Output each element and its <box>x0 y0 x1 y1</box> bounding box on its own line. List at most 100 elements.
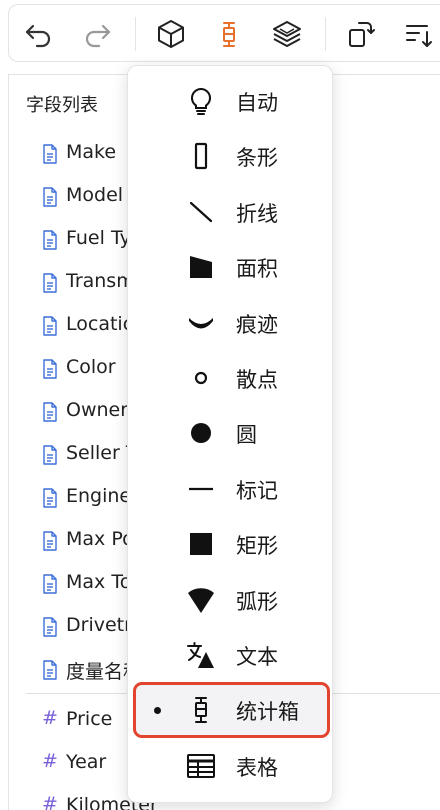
document-icon <box>42 488 58 508</box>
hash-icon: # <box>42 707 58 729</box>
more-icon[interactable]: ⋮ <box>433 572 440 592</box>
cube-icon <box>158 20 184 48</box>
mark-type-option[interactable]: 标记 <box>128 464 332 514</box>
point-icon <box>186 363 216 393</box>
mark-type-label: 矩形 <box>236 534 278 559</box>
more-icon[interactable]: ⋮ <box>433 795 440 810</box>
trail-icon <box>186 308 216 338</box>
field-label: Max To <box>66 571 132 593</box>
mark-type-label: 散点 <box>236 368 278 392</box>
selected-dot <box>154 707 161 715</box>
more-icon[interactable]: ⋮ <box>433 709 440 729</box>
mark-type-label: 痕迹 <box>236 312 278 337</box>
toolbar <box>8 4 440 62</box>
sort-icon <box>406 25 432 47</box>
rotate-button[interactable] <box>341 14 381 54</box>
mark-type-option[interactable]: 面积 <box>128 242 332 292</box>
more-icon[interactable]: ⋮ <box>433 529 440 549</box>
3d-button[interactable] <box>151 14 191 54</box>
area-icon <box>186 252 216 282</box>
table-icon <box>186 751 216 781</box>
mark-type-option[interactable]: 散点 <box>128 353 332 403</box>
mark-type-label: 折线 <box>236 201 278 226</box>
document-icon <box>42 230 58 250</box>
text-icon <box>186 640 216 670</box>
mark-type-label: 统计箱 <box>236 700 299 725</box>
more-icon[interactable]: ⋮ <box>433 228 440 248</box>
more-icon[interactable]: ⋮ <box>433 185 440 205</box>
field-label: Model <box>66 184 124 206</box>
mark-type-label: 弧形 <box>236 589 278 614</box>
document-icon <box>42 402 58 422</box>
panel-title: 字段列表 <box>26 95 98 116</box>
toolbar-separator <box>135 17 136 51</box>
mark-type-menu: 自动条形折线面积痕迹散点圆标记矩形弧形文本统计箱表格 <box>127 65 333 803</box>
more-icon[interactable]: ⋮ <box>433 486 440 506</box>
more-icon[interactable]: ⋮ <box>433 142 440 162</box>
hash-icon: # <box>42 750 58 772</box>
undo-icon <box>25 24 51 48</box>
mark-type-option[interactable]: 条形 <box>128 131 332 181</box>
mark-type-label: 圆 <box>236 423 257 448</box>
field-label: Drivetr <box>66 614 132 636</box>
boxplot-icon <box>223 22 235 47</box>
more-icon[interactable]: ⋮ <box>433 271 440 291</box>
field-label: Locatic <box>66 313 134 335</box>
document-icon <box>42 531 58 551</box>
mark-type-label: 面积 <box>236 257 278 282</box>
mark-type-option[interactable]: 折线 <box>128 187 332 237</box>
field-label: Max Po <box>66 528 134 550</box>
mark-type-button[interactable] <box>209 14 249 54</box>
mark-type-label: 表格 <box>236 755 278 780</box>
mark-type-option[interactable]: 表格 <box>128 741 332 791</box>
boxplot-icon <box>186 695 216 725</box>
field-label: Year <box>66 751 107 773</box>
mark-type-label: 标记 <box>236 478 278 503</box>
more-icon[interactable]: ⋮ <box>433 357 440 377</box>
rect-icon <box>186 529 216 559</box>
toolbar-separator <box>325 17 326 51</box>
field-label: Fuel Ty <box>66 227 131 249</box>
field-label: Make <box>66 141 117 163</box>
redo-button[interactable] <box>77 14 117 54</box>
field-label: Engine <box>66 485 132 507</box>
undo-button[interactable] <box>19 14 59 54</box>
document-icon <box>42 359 58 379</box>
bar-icon <box>186 141 216 171</box>
mark-type-label: 自动 <box>236 91 278 115</box>
mark-type-option[interactable]: 统计箱 <box>128 685 332 735</box>
more-icon[interactable]: ⋮ <box>433 615 440 635</box>
lightbulb-icon <box>186 86 216 116</box>
tick-icon <box>186 474 216 504</box>
arc-icon <box>186 585 216 615</box>
more-icon[interactable]: ⋮ <box>433 658 440 678</box>
more-icon[interactable]: ⋮ <box>433 314 440 334</box>
redo-icon <box>85 24 111 48</box>
mark-type-label: 文本 <box>236 645 278 669</box>
more-icon[interactable]: ⋮ <box>433 752 440 772</box>
more-icon[interactable]: ⋮ <box>433 443 440 463</box>
document-icon <box>42 445 58 465</box>
layers-icon <box>273 21 301 47</box>
mark-type-option[interactable]: 痕迹 <box>128 298 332 348</box>
field-label: Owner <box>66 399 129 421</box>
mark-type-option[interactable]: 自动 <box>128 76 332 126</box>
document-icon <box>42 617 58 637</box>
mark-type-label: 条形 <box>236 146 278 171</box>
mark-type-option[interactable]: 矩形 <box>128 519 332 569</box>
field-label: Transm <box>66 270 135 292</box>
circle-icon <box>186 418 216 448</box>
document-icon <box>42 144 58 164</box>
hash-icon: # <box>42 793 58 810</box>
document-icon <box>42 316 58 336</box>
sort-button[interactable] <box>399 14 439 54</box>
document-icon <box>42 273 58 293</box>
layers-button[interactable] <box>267 14 307 54</box>
document-icon <box>42 574 58 594</box>
field-label: Color <box>66 356 116 378</box>
more-icon[interactable]: ⋮ <box>433 400 440 420</box>
line-icon <box>186 197 216 227</box>
mark-type-option[interactable]: 圆 <box>128 408 332 458</box>
mark-type-option[interactable]: 弧形 <box>128 575 332 625</box>
mark-type-option[interactable]: 文本 <box>128 630 332 680</box>
